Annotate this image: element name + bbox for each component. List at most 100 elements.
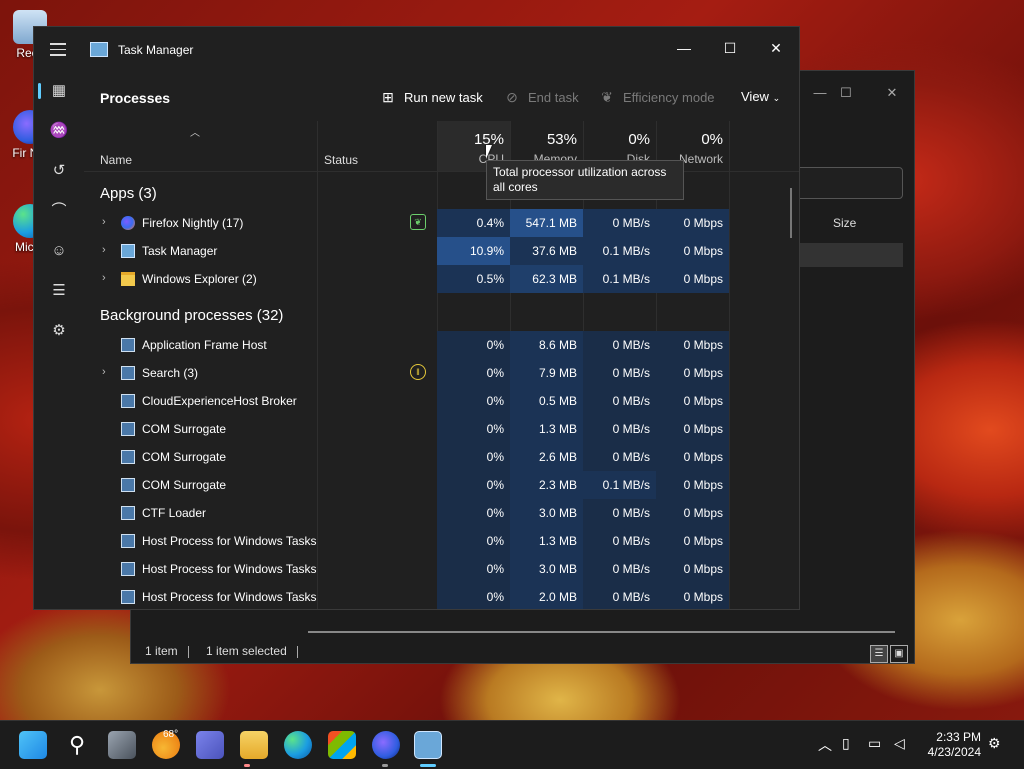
group-header-background-processes: Background processes (32) (100, 307, 284, 324)
details-view-icon[interactable]: ☰ (870, 645, 888, 663)
column-header-name[interactable]: Name (100, 153, 132, 167)
file-explorer-icon[interactable] (240, 731, 268, 759)
cpu-cell: 0% (437, 555, 510, 583)
nav-services-icon[interactable]: ⚙ (47, 319, 71, 343)
end-task-label: End task (528, 90, 579, 105)
nav-performance-icon[interactable]: ♒ (47, 119, 71, 143)
process-row[interactable]: COM Surrogate 0% 2.3 MB 0.1 MB/s 0 Mbps (84, 471, 799, 499)
memory-cell: 37.6 MB (510, 237, 583, 265)
expand-chevron-icon[interactable]: › (102, 272, 106, 284)
item-count: 1 item (145, 644, 178, 658)
active-indicator (420, 764, 436, 767)
network-cell: 0 Mbps (656, 527, 729, 555)
task-view-icon[interactable] (108, 731, 136, 759)
clock[interactable]: 2:33 PM 4/23/2024 (925, 730, 981, 760)
disk-cell: 0 MB/s (583, 555, 656, 583)
title-bar[interactable]: Task Manager — ☐ ✕ (34, 27, 799, 73)
edge-icon[interactable] (284, 731, 312, 759)
process-name: Host Process for Windows Tasks (142, 534, 317, 548)
process-row[interactable]: CTF Loader 0% 3.0 MB 0 MB/s 0 Mbps (84, 499, 799, 527)
battery-icon[interactable]: ▯ (842, 735, 850, 752)
view-menu-button[interactable]: View ⌄ (741, 89, 780, 104)
taskbar: ⚲ 68° ︿ ▯ ▭ ◁ 2:33 PM 4/23/2024 ⚙ (0, 720, 1024, 769)
start-button-windows-icon[interactable] (19, 731, 47, 759)
firefox-nightly-icon (121, 216, 135, 230)
process-row[interactable]: COM Surrogate 0% 1.3 MB 0 MB/s 0 Mbps (84, 415, 799, 443)
firefox-nightly-icon[interactable] (372, 731, 400, 759)
memory-cell: 2.0 MB (510, 583, 583, 609)
active-indicator (38, 83, 41, 99)
notification-settings-icon[interactable]: ⚙ (988, 735, 1001, 752)
nav-app-history-icon[interactable]: ↺ (47, 159, 71, 183)
process-row-task-manager[interactable]: › Task Manager 10.9% 37.6 MB 0.1 MB/s 0 … (84, 237, 799, 265)
maximize-button[interactable]: ☐ (707, 33, 753, 63)
process-name: CTF Loader (142, 506, 207, 520)
process-row[interactable]: Host Process for Windows Tasks 0% 3.0 MB… (84, 555, 799, 583)
nav-startup-apps-icon[interactable]: ⌒ (47, 199, 71, 223)
network-cell: 0 Mbps (656, 555, 729, 583)
task-manager-icon[interactable] (414, 731, 442, 759)
show-hidden-icons-chevron-icon[interactable]: ︿ (818, 735, 832, 755)
task-manager-app-icon (90, 42, 108, 57)
memory-cell: 547.1 MB (510, 209, 583, 237)
task-manager-icon (121, 244, 135, 258)
horizontal-scrollbar[interactable] (308, 631, 895, 633)
process-row-firefox-nightly[interactable]: › Firefox Nightly (17) ❦ 0.4% 547.1 MB 0… (84, 209, 799, 237)
large-icons-view-icon[interactable]: ▣ (890, 645, 908, 663)
process-name: COM Surrogate (142, 478, 227, 492)
chevron-down-icon: ⌄ (772, 93, 781, 103)
column-header-size[interactable]: Size (833, 216, 856, 230)
window-process-icon (121, 562, 135, 576)
network-cell: 0 Mbps (656, 583, 729, 609)
cpu-cell: 0% (437, 331, 510, 359)
network-icon[interactable]: ▭ (868, 735, 881, 752)
process-name: Search (3) (142, 366, 199, 380)
run-new-task-label: Run new task (404, 90, 483, 105)
cpu-cell: 0% (437, 415, 510, 443)
process-row[interactable]: CloudExperienceHost Broker 0% 0.5 MB 0 M… (84, 387, 799, 415)
task-manager-window[interactable]: Task Manager — ☐ ✕ ▦ ♒ ↺ ⌒ ☺ ☰ ⚙ ⚙ Proce… (33, 26, 800, 610)
search-icon[interactable]: ⚲ (63, 731, 91, 759)
selected-file-row[interactable] (799, 243, 903, 267)
running-indicator (382, 764, 388, 767)
run-new-task-button[interactable]: ⊞ Run new task (380, 89, 483, 106)
process-row[interactable]: Host Process for Windows Tasks 0% 1.3 MB… (84, 527, 799, 555)
process-row[interactable]: COM Surrogate 0% 2.6 MB 0 MB/s 0 Mbps (84, 443, 799, 471)
maximize-button[interactable]: ☐ (823, 79, 869, 107)
nav-users-icon[interactable]: ☺ (47, 239, 71, 263)
teams-chat-icon[interactable] (196, 731, 224, 759)
expand-chevron-icon[interactable]: › (102, 366, 106, 378)
process-row[interactable]: › Search (3) ǁ 0% 7.9 MB 0 MB/s 0 Mbps (84, 359, 799, 387)
memory-cell: 62.3 MB (510, 265, 583, 293)
microsoft-store-icon[interactable] (328, 731, 356, 759)
process-row[interactable]: Host Process for Windows Tasks 0% 2.0 MB… (84, 583, 799, 609)
disk-cell: 0 MB/s (583, 415, 656, 443)
nav-details-icon[interactable]: ☰ (47, 279, 71, 303)
end-task-button[interactable]: ⊘ End task (504, 89, 579, 106)
vertical-scrollbar[interactable] (790, 188, 792, 238)
volume-muted-icon[interactable]: ◁ (894, 735, 905, 752)
cpu-cell: 0% (437, 499, 510, 527)
hamburger-menu-icon[interactable] (50, 43, 66, 56)
window-process-icon (121, 338, 135, 352)
column-header-status[interactable]: Status (324, 153, 358, 167)
expand-chevron-icon[interactable]: › (102, 244, 106, 256)
window-process-icon (121, 394, 135, 408)
close-button[interactable]: ✕ (753, 33, 799, 63)
memory-cell: 7.9 MB (510, 359, 583, 387)
disk-cell: 0 MB/s (583, 359, 656, 387)
process-row[interactable]: Application Frame Host 0% 8.6 MB 0 MB/s … (84, 331, 799, 359)
cpu-cell: 0% (437, 583, 510, 609)
search-input[interactable] (791, 167, 903, 199)
expand-chevron-icon[interactable]: › (102, 216, 106, 228)
network-cell: 0 Mbps (656, 387, 729, 415)
close-button[interactable]: ✕ (869, 79, 915, 107)
nav-processes-icon[interactable]: ▦ (47, 79, 71, 103)
process-row-windows-explorer[interactable]: › Windows Explorer (2) 0.5% 62.3 MB 0.1 … (84, 265, 799, 293)
clock-time: 2:33 PM (936, 730, 981, 744)
memory-cell: 1.3 MB (510, 527, 583, 555)
efficiency-mode-button[interactable]: ❦ Efficiency mode (599, 89, 714, 106)
window-process-icon (121, 590, 135, 604)
column-header-row: ︿ Name Status 15% CPU 53% Memory 0% Disk… (84, 121, 799, 172)
minimize-button[interactable]: — (661, 33, 707, 63)
